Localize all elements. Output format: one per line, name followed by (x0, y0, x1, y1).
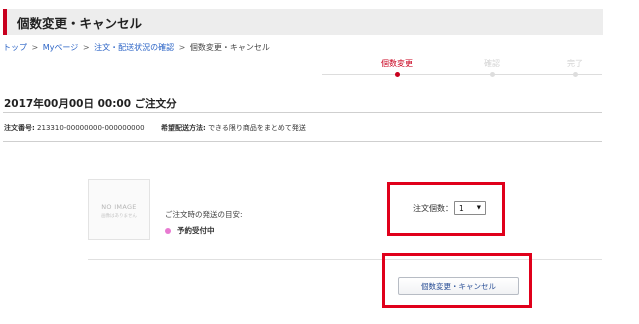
chevron-down-icon: ▼ (476, 205, 481, 211)
no-image-text: NO IMAGE (101, 203, 137, 211)
breadcrumb-link-order-status[interactable]: 注文・配送状況の確認 (94, 43, 174, 52)
delivery-method-value: できる限り商品をまとめて発送 (208, 124, 306, 132)
status-dot-icon (165, 227, 171, 234)
no-image-subtext: 画像はありません (101, 214, 137, 219)
page-title-bar: 個数変更・キャンセル (3, 9, 603, 35)
breadcrumb-separator: > (82, 43, 90, 52)
breadcrumb: トップ > Myページ > 注文・配送状況の確認 > 個数変更・キャンセル (3, 42, 270, 53)
divider (3, 112, 602, 113)
divider (3, 141, 602, 142)
breadcrumb-separator: > (178, 43, 186, 52)
quantity-label: 注文個数： (413, 204, 453, 213)
order-info: 注文番号: 213310-00000000-000000000 希望配送方法: … (4, 123, 306, 133)
step-dot (395, 72, 400, 77)
order-date-heading: 2017年00月00日 00:00 ご注文分 (4, 98, 177, 110)
breadcrumb-separator: > (31, 43, 39, 52)
change-cancel-button[interactable]: 個数変更・キャンセル (398, 277, 519, 295)
progress-steps: 個数変更 確認 完了 (322, 58, 602, 80)
progress-line (322, 74, 602, 75)
step-confirm: 確認 (462, 58, 522, 77)
breadcrumb-link-mypage[interactable]: Myページ (43, 43, 78, 52)
step-label: 個数変更 (381, 59, 413, 68)
delivery-method-label: 希望配送方法: (161, 124, 206, 132)
breadcrumb-link-top[interactable]: トップ (3, 43, 27, 52)
breadcrumb-current: 個数変更・キャンセル (189, 43, 270, 52)
page-title: 個数変更・キャンセル (17, 15, 143, 31)
quantity-selected-value: 1 (459, 203, 464, 213)
step-dot (490, 72, 495, 77)
quantity-select[interactable]: 1 ▼ (454, 201, 486, 215)
order-number-value: 213310-00000000-000000000 (37, 124, 145, 132)
step-label: 完了 (567, 59, 583, 68)
status-badge: 予約受付中 (165, 225, 215, 236)
step-quantity-change: 個数変更 (367, 58, 427, 77)
step-complete: 完了 (545, 58, 605, 77)
step-label: 確認 (484, 59, 500, 68)
shipping-estimate-label: ご注文時の発送の目安: (165, 210, 243, 219)
step-dot (573, 72, 578, 77)
product-image-placeholder: NO IMAGE 画像はありません (88, 179, 150, 240)
order-number-label: 注文番号: (4, 124, 35, 132)
status-text: 予約受付中 (177, 226, 215, 235)
